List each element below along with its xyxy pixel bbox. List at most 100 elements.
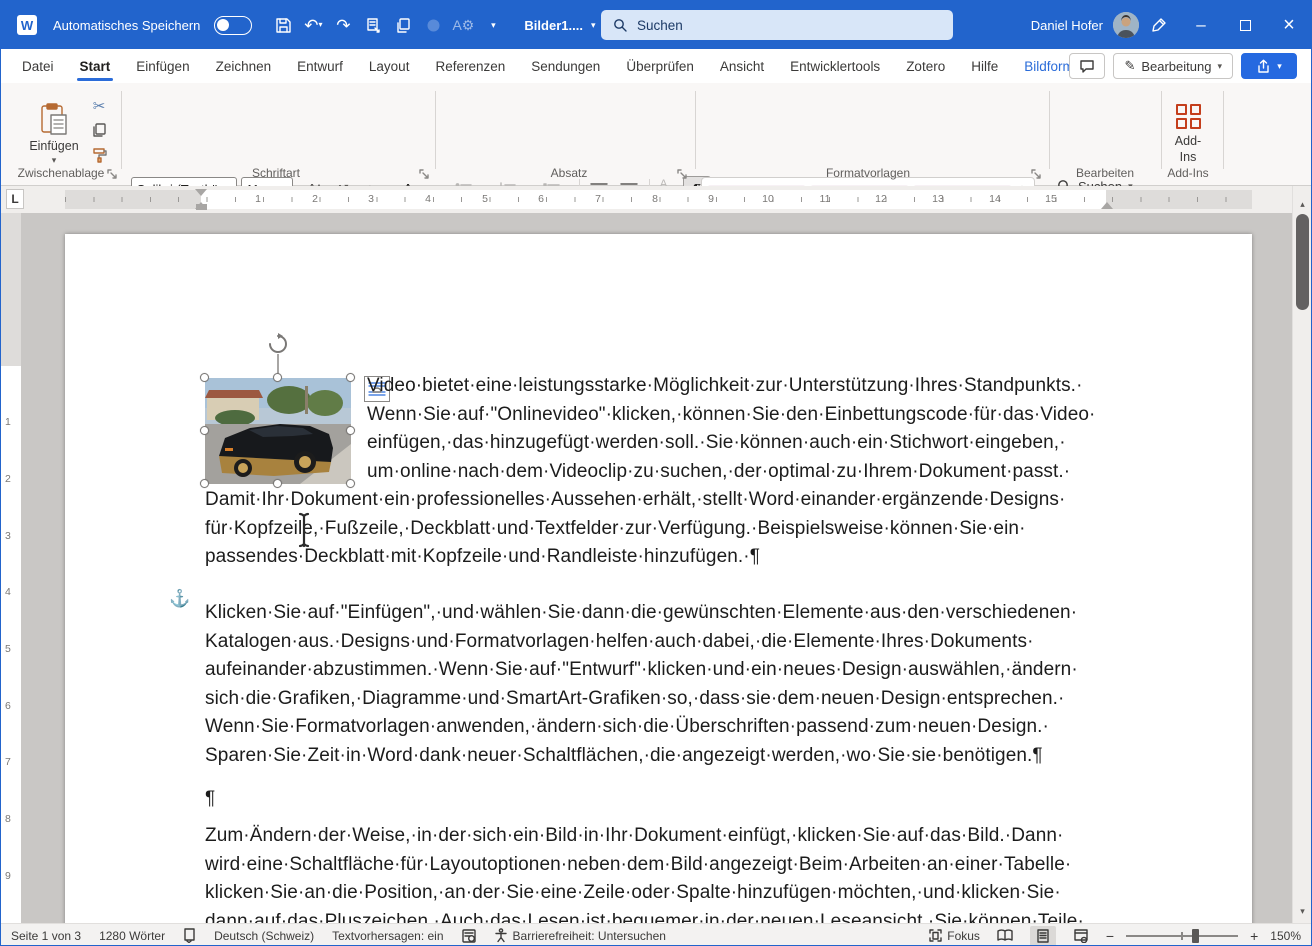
vertical-scrollbar[interactable]: ▴ ▾	[1292, 186, 1311, 923]
word-app-icon[interactable]: W	[13, 11, 41, 39]
paste-button[interactable]: Einfügen ▾	[23, 91, 85, 177]
scroll-down-arrow[interactable]: ▾	[1293, 903, 1311, 919]
text-line: Damit·Ihr·Dokument·ein·professionelles·A…	[205, 489, 1066, 510]
group-label-addins: Add-Ins	[1167, 166, 1209, 180]
maximize-button[interactable]	[1223, 1, 1267, 49]
scroll-thumb[interactable]	[1296, 214, 1309, 310]
word-count[interactable]: 1280 Wörter	[99, 929, 165, 943]
svg-text:W: W	[21, 18, 34, 33]
format-painter-button[interactable]	[87, 143, 111, 165]
document-title-chevron[interactable]: ▾	[591, 20, 596, 31]
tab-ansicht[interactable]: Ansicht	[707, 49, 777, 83]
tab-zeichnen[interactable]: Zeichnen	[203, 49, 285, 83]
scroll-up-arrow[interactable]: ▴	[1293, 196, 1311, 212]
accessibility-status[interactable]: Barrierefreiheit: Untersuchen	[494, 928, 666, 943]
text-line: Video·bietet·eine·leistungsstarke·Möglic…	[367, 375, 1083, 396]
search-icon	[614, 18, 627, 32]
font-settings-icon: A⚙	[452, 17, 475, 33]
font-dialog-launcher[interactable]	[419, 167, 431, 179]
paragraph-dialog-launcher[interactable]	[677, 167, 689, 179]
web-layout-button[interactable]	[1068, 926, 1094, 946]
save-button[interactable]	[270, 11, 296, 39]
text-line: Wenn·Sie·auf·"Onlinevideo"·klicken,·könn…	[367, 404, 1096, 425]
tab-entwurf[interactable]: Entwurf	[284, 49, 356, 83]
document-canvas: 1 2 3 4 5 6 7 8 9 ⚓ Video·bietet·eine·le…	[1, 213, 1294, 923]
zoom-slider[interactable]	[1126, 928, 1239, 943]
tab-sendungen[interactable]: Sendungen	[518, 49, 613, 83]
copy-icon	[93, 123, 106, 137]
copy-button[interactable]	[87, 119, 111, 141]
zoom-out-button[interactable]: −	[1106, 928, 1114, 944]
horizontal-ruler: L 1 2 3 4 5 6 7 8 9 10 11 12 13 14 15	[1, 186, 1294, 213]
document-text[interactable]: Video·bietet·eine·leistungsstarke·Möglic…	[205, 234, 1135, 923]
read-mode-button[interactable]	[992, 926, 1018, 946]
tab-referenzen[interactable]: Referenzen	[422, 49, 518, 83]
focus-mode-button[interactable]: Fokus	[929, 929, 980, 943]
comments-button[interactable]	[1069, 53, 1106, 79]
word-window: W Automatisches Speichern ↶ ▾ ↷ A⚙ ▾ Bild…	[0, 0, 1312, 946]
group-label-styles: Formatvorlagen	[825, 166, 911, 180]
text-line: einfügen,·das·hinzugefügt·werden·soll.·S…	[367, 432, 1066, 453]
text-line: sich·die·Grafiken,·Diagramme·und·SmartAr…	[205, 688, 1065, 709]
group-label-font: Schriftart	[251, 166, 300, 180]
document-page[interactable]: ⚓ Video·bietet·eine·leistungsstarke·Mögl…	[65, 234, 1252, 923]
tab-stop-selector[interactable]: L	[6, 189, 24, 209]
copy-button-qat[interactable]	[390, 11, 416, 39]
text-line: Zum·Ändern·der·Weise,·in·der·sich·ein·Bi…	[205, 825, 1064, 846]
print-layout-button[interactable]	[1029, 925, 1056, 945]
zoom-level[interactable]: 150%	[1270, 929, 1301, 943]
text-line: Klicken·Sie·auf·"Einfügen",·und·wählen·S…	[205, 602, 1078, 623]
redo-button[interactable]: ↷	[330, 11, 356, 39]
tab-zotero[interactable]: Zotero	[893, 49, 958, 83]
accessibility-icon	[494, 928, 507, 943]
avatar[interactable]	[1113, 12, 1139, 38]
language-indicator[interactable]: Deutsch (Schweiz)	[214, 929, 314, 943]
ribbon: Einfügen ▾ ✂ Zwischenablage Calibri (Tex…	[1, 83, 1311, 251]
autosave-label: Automatisches Speichern	[53, 17, 201, 33]
tab-einfuegen[interactable]: Einfügen	[123, 49, 202, 83]
left-indent-marker[interactable]	[196, 204, 207, 210]
tab-hilfe[interactable]: Hilfe	[958, 49, 1011, 83]
focus-icon	[929, 929, 942, 942]
tab-ueberpruefen[interactable]: Überprüfen	[613, 49, 707, 83]
tab-layout[interactable]: Layout	[356, 49, 423, 83]
text-line: dann·auf·das·Pluszeichen.·Auch·das·Lesen…	[205, 911, 1084, 923]
title-bar: W Automatisches Speichern ↶ ▾ ↷ A⚙ ▾ Bild…	[1, 1, 1311, 49]
text-line: ¶	[205, 788, 216, 809]
user-name[interactable]: Daniel Hofer	[1031, 18, 1103, 33]
text-line: Wenn·Sie·Formatvorlagen·anwenden,·ändern…	[205, 716, 1049, 737]
clipboard-dialog-launcher[interactable]	[107, 167, 119, 179]
text-predictions[interactable]: Textvorhersagen: ein	[332, 929, 443, 943]
styles-dialog-launcher[interactable]	[1031, 167, 1043, 179]
tab-entwicklertools[interactable]: Entwicklertools	[777, 49, 893, 83]
zoom-in-button[interactable]: +	[1250, 928, 1258, 944]
zoom-slider-handle[interactable]	[1192, 928, 1200, 943]
minimize-button[interactable]: –	[1179, 1, 1223, 49]
share-button[interactable]: ▾	[1241, 53, 1297, 79]
editor-icon[interactable]	[461, 928, 476, 943]
presenter-pen-icon[interactable]	[1139, 1, 1179, 49]
close-button[interactable]: ×	[1267, 1, 1311, 49]
qat-more-button[interactable]: ▾	[480, 11, 506, 39]
comment-icon	[1080, 60, 1095, 73]
vertical-ruler: 1 2 3 4 5 6 7 8 9	[1, 213, 21, 923]
addins-grid-icon	[1175, 104, 1201, 129]
tab-start[interactable]: Start	[67, 49, 124, 83]
group-label-clipboard: Zwischenablage	[17, 166, 105, 180]
tab-datei[interactable]: Datei	[9, 49, 67, 83]
autosave-toggle[interactable]	[214, 15, 253, 35]
search-box[interactable]: Suchen	[601, 10, 953, 40]
text-line: wird·eine·Schaltfläche·für·Layoutoptione…	[205, 854, 1072, 875]
page-indicator[interactable]: Seite 1 von 3	[11, 929, 81, 943]
cut-button[interactable]: ✂	[87, 95, 111, 117]
text-line: passendes·Deckblatt·mit·Kopfzeile·und·Ra…	[205, 546, 761, 567]
share-icon	[1258, 59, 1269, 73]
addins-button[interactable]: Add- Ins	[1165, 91, 1211, 177]
right-indent-marker[interactable]	[1101, 196, 1113, 209]
undo-button[interactable]: ↶ ▾	[300, 11, 326, 39]
text-line: um·online·nach·dem·Videoclip·zu·suchen,·…	[367, 461, 1071, 482]
proofing-icon[interactable]	[183, 928, 196, 943]
document-title[interactable]: Bilder1....	[524, 18, 583, 33]
print-preview-button[interactable]	[360, 11, 386, 39]
editing-mode-button[interactable]: ✎ Bearbeitung ▾	[1113, 53, 1233, 79]
